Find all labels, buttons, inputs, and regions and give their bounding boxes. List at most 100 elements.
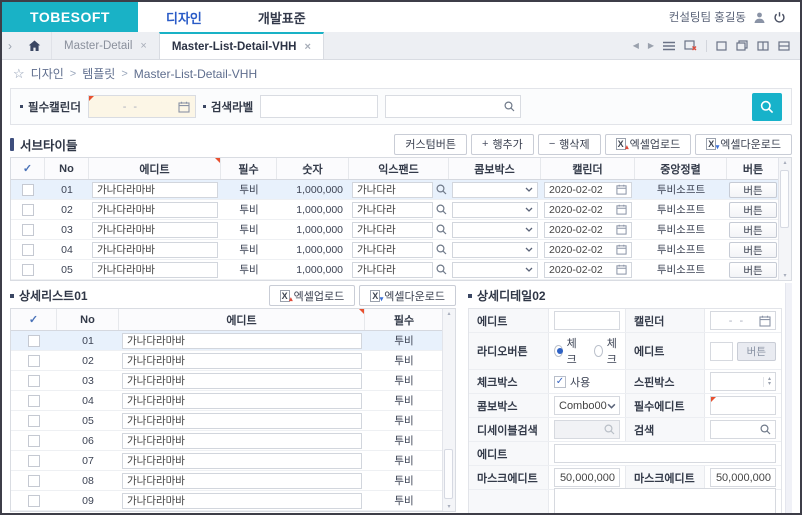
table-row[interactable]: 07 가나다라마바 투비 <box>11 451 442 471</box>
row-button[interactable]: 버튼 <box>729 202 776 218</box>
row-button[interactable]: 버튼 <box>729 182 776 198</box>
favorite-star-icon[interactable]: ☆ <box>13 66 25 82</box>
window-hsplit-icon[interactable] <box>778 41 790 51</box>
col-header-number[interactable]: 숫자 <box>277 158 349 179</box>
user-icon[interactable] <box>753 11 766 24</box>
col-header-required[interactable]: 필수 <box>221 158 277 179</box>
col-header-edit[interactable]: 에디트 <box>89 158 221 179</box>
table-row[interactable]: 03 가나다라마바 투비 1,000,000 가나다라 2020-02-02 투… <box>11 220 778 240</box>
menu-design[interactable]: 디자인 <box>138 2 230 32</box>
search-icon[interactable] <box>504 101 515 112</box>
tab-prev-icon[interactable]: ◀ <box>633 41 639 50</box>
calendar-icon[interactable] <box>616 184 627 195</box>
edit-cell-input[interactable]: 가나다라마바 <box>122 413 362 429</box>
search-icon[interactable] <box>760 424 771 435</box>
edit-cell-input[interactable]: 가나다라마바 <box>122 393 362 409</box>
excel-download-button[interactable]: X엑셀다운로드 <box>359 285 456 306</box>
combo-cell[interactable] <box>452 182 538 198</box>
calendar-cell[interactable]: 2020-02-02 <box>544 222 632 238</box>
select-all-checkbox[interactable]: ✓ <box>23 162 32 175</box>
combo-cell[interactable] <box>452 222 538 238</box>
edit-input[interactable] <box>710 342 733 361</box>
scroll-thumb[interactable] <box>444 449 453 499</box>
close-all-tabs-icon[interactable] <box>684 40 697 51</box>
edit-cell-input[interactable]: 가나다라마바 <box>122 353 362 369</box>
tab-close-icon[interactable]: × <box>140 40 146 52</box>
calendar-cell[interactable]: 2020-02-02 <box>544 202 632 218</box>
row-checkbox[interactable] <box>22 184 34 196</box>
table-row[interactable]: 03 가나다라마바 투비 <box>11 371 442 391</box>
row-checkbox[interactable] <box>22 264 34 276</box>
search-lookup-input[interactable] <box>385 95 521 118</box>
radio-option-1[interactable]: 체크 <box>554 335 580 367</box>
col-header-expand[interactable]: 익스팬드 <box>349 158 449 179</box>
table-row[interactable]: 08 가나다라마바 투비 <box>11 471 442 491</box>
col-header-required[interactable]: 필수 <box>365 309 442 330</box>
row-checkbox[interactable] <box>28 335 40 347</box>
combo-cell[interactable] <box>452 202 538 218</box>
textbox-textarea[interactable] <box>554 488 776 515</box>
excel-upload-button[interactable]: X엑셀업로드 <box>605 134 692 155</box>
window-vsplit-icon[interactable] <box>757 41 769 51</box>
tab-close-icon[interactable]: × <box>304 41 310 53</box>
calendar-icon[interactable] <box>178 101 190 113</box>
table-row[interactable]: 05 가나다라마바 투비 1,000,000 가나다라 2020-02-02 투… <box>11 260 778 280</box>
menu-dev-standard[interactable]: 개발표준 <box>230 2 334 32</box>
row-checkbox[interactable] <box>28 495 40 507</box>
col-header-calendar[interactable]: 캘린더 <box>541 158 635 179</box>
row-checkbox[interactable] <box>28 475 40 487</box>
delete-row-button[interactable]: −행삭제 <box>538 134 601 155</box>
table-row[interactable]: 01 가나다라마바 투비 1,000,000 가나다라 2020-02-02 투… <box>11 180 778 200</box>
scroll-thumb[interactable] <box>780 170 789 228</box>
calendar-cell[interactable]: 2020-02-02 <box>544 242 632 258</box>
table-row[interactable]: 02 가나다라마바 투비 1,000,000 가나다라 2020-02-02 투… <box>11 200 778 220</box>
window-cascade-icon[interactable] <box>736 40 748 51</box>
scroll-down-icon[interactable]: ▾ <box>783 272 786 279</box>
row-checkbox[interactable] <box>22 224 34 236</box>
search-icon[interactable] <box>436 264 447 275</box>
spin-input[interactable]: ▴▾ <box>710 372 776 391</box>
col-header-no[interactable]: No <box>45 158 89 179</box>
logout-power-icon[interactable] <box>773 11 786 24</box>
breadcrumb-item[interactable]: 템플릿 <box>82 65 115 82</box>
col-header-combo[interactable]: 콤보박스 <box>449 158 541 179</box>
expand-cell-input[interactable]: 가나다라 <box>352 202 433 218</box>
table-row[interactable]: 05 가나다라마바 투비 <box>11 411 442 431</box>
expand-cell-input[interactable]: 가나다라 <box>352 222 433 238</box>
search-icon[interactable] <box>436 224 447 235</box>
custom-button[interactable]: 커스텀버튼 <box>394 134 467 155</box>
expand-cell-input[interactable]: 가나다라 <box>352 182 433 198</box>
add-row-button[interactable]: +행추가 <box>471 134 534 155</box>
table-row[interactable]: 04 가나다라마바 투비 1,000,000 가나다라 2020-02-02 투… <box>11 240 778 260</box>
calendar-cell[interactable]: 2020-02-02 <box>544 182 632 198</box>
calendar-cell[interactable]: 2020-02-02 <box>544 262 632 278</box>
tab-list-icon[interactable] <box>663 41 675 51</box>
tab-master-list-detail-vhh[interactable]: Master-List-Detail-VHH × <box>159 32 324 59</box>
edit-cell-input[interactable]: 가나다라마바 <box>122 433 362 449</box>
row-checkbox[interactable] <box>28 355 40 367</box>
col-header-edit[interactable]: 에디트 <box>119 309 365 330</box>
edit-cell-input[interactable]: 가나다라마바 <box>122 473 362 489</box>
scroll-down-icon[interactable]: ▾ <box>447 503 450 510</box>
row-button[interactable]: 버튼 <box>729 242 776 258</box>
edit-cell-input[interactable]: 가나다라마바 <box>122 493 362 509</box>
edit-cell-input[interactable]: 가나다라마바 <box>122 453 362 469</box>
combo-cell[interactable] <box>452 262 538 278</box>
table-row[interactable]: 01 가나다라마바 투비 <box>11 331 442 351</box>
row-checkbox[interactable] <box>22 204 34 216</box>
tab-next-icon[interactable]: ▶ <box>648 41 654 50</box>
edit-cell-input[interactable]: 가나다라마바 <box>92 222 218 238</box>
tab-master-detail[interactable]: Master-Detail × <box>52 32 159 59</box>
row-button[interactable]: 버튼 <box>729 262 776 278</box>
search-icon[interactable] <box>436 244 447 255</box>
excel-download-button[interactable]: X엑셀다운로드 <box>695 134 792 155</box>
row-checkbox[interactable] <box>28 455 40 467</box>
grid1-scrollbar[interactable]: ▴ ▾ <box>778 158 791 280</box>
excel-upload-button[interactable]: X엑셀업로드 <box>269 285 356 306</box>
search-icon[interactable] <box>436 204 447 215</box>
calendar-icon[interactable] <box>616 264 627 275</box>
calendar-icon[interactable] <box>759 315 771 327</box>
table-row[interactable]: 09 가나다라마바 투비 <box>11 491 442 511</box>
scroll-up-icon[interactable]: ▴ <box>783 159 786 166</box>
col-header-button[interactable]: 버튼 <box>727 158 778 179</box>
